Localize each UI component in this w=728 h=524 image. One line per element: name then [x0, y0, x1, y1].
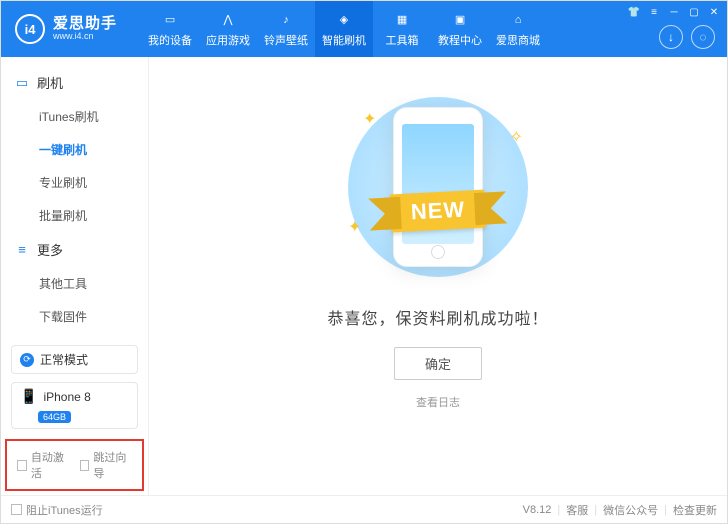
- phone-illustration: [393, 107, 483, 267]
- maximize-icon[interactable]: ▢: [687, 5, 701, 19]
- sidebar-item[interactable]: 高级功能: [39, 333, 148, 339]
- nav-item-5[interactable]: ▣教程中心: [431, 1, 489, 57]
- main-pane: NEW ✦ ✧ ✦ 恭喜您，保资料刷机成功啦！ 确定 查看日志: [149, 57, 727, 495]
- storage-badge: 64GB: [38, 411, 71, 423]
- sparkle-icon: ✧: [510, 127, 523, 147]
- nav-item-4[interactable]: ▦工具箱: [373, 1, 431, 57]
- ok-button[interactable]: 确定: [394, 347, 482, 380]
- shirt-icon[interactable]: 👕: [627, 5, 641, 19]
- nav-item-1[interactable]: ⋀应用游戏: [199, 1, 257, 57]
- mode-box[interactable]: ⟳ 正常模式: [11, 345, 138, 374]
- brand-logo: i4 爱思助手 www.i4.cn: [1, 14, 117, 44]
- menu-icon[interactable]: ≡: [647, 5, 661, 19]
- nav-icon: ◈: [335, 11, 353, 29]
- auto-activate-checkbox[interactable]: 自动激活: [17, 449, 70, 481]
- sidebar-item[interactable]: 批量刷机: [39, 199, 148, 232]
- sidebar-group-header[interactable]: ▭刷机: [1, 65, 148, 100]
- logo-badge: i4: [15, 14, 45, 44]
- nav-item-6[interactable]: ⌂爱思商城: [489, 1, 547, 57]
- sparkle-icon: ✦: [363, 109, 376, 129]
- wechat-link[interactable]: 微信公众号: [603, 502, 658, 518]
- mode-label: 正常模式: [40, 351, 88, 368]
- account-icon[interactable]: ◌: [691, 25, 715, 49]
- nav-icon: ♪: [277, 11, 295, 29]
- nav-icon: ▭: [161, 11, 179, 29]
- nav-item-3[interactable]: ◈智能刷机: [315, 1, 373, 57]
- success-illustration: NEW ✦ ✧ ✦: [323, 97, 553, 277]
- block-itunes-checkbox[interactable]: 阻止iTunes运行: [11, 502, 103, 518]
- checkbox-icon: [80, 460, 90, 471]
- device-name: iPhone 8: [43, 390, 90, 404]
- new-ribbon: NEW: [390, 190, 486, 233]
- view-log-link[interactable]: 查看日志: [416, 394, 460, 410]
- device-box[interactable]: 📱 iPhone 8 64GB: [11, 382, 138, 429]
- statusbar: 阻止iTunes运行 V8.12 | 客服 | 微信公众号 | 检查更新: [1, 495, 727, 523]
- support-link[interactable]: 客服: [566, 502, 588, 518]
- refresh-icon: ⟳: [20, 353, 34, 367]
- top-nav: ▭我的设备⋀应用游戏♪铃声壁纸◈智能刷机▦工具箱▣教程中心⌂爱思商城: [141, 1, 547, 57]
- sidebar-item[interactable]: 一键刷机: [39, 133, 148, 166]
- window-controls: 👕 ≡ ─ ▢ ✕: [627, 5, 721, 19]
- sidebar-item[interactable]: 下载固件: [39, 300, 148, 333]
- phone-icon: 📱: [20, 388, 37, 405]
- bottom-checks-highlight: 自动激活 跳过向导: [5, 439, 144, 491]
- app-window: i4 爱思助手 www.i4.cn ▭我的设备⋀应用游戏♪铃声壁纸◈智能刷机▦工…: [0, 0, 728, 524]
- sidebar-item[interactable]: 专业刷机: [39, 166, 148, 199]
- menu-icon: ≡: [15, 243, 29, 257]
- sidebar-group-header[interactable]: ≡更多: [1, 232, 148, 267]
- close-icon[interactable]: ✕: [707, 5, 721, 19]
- nav-icon: ⌂: [509, 11, 527, 29]
- download-icon[interactable]: ↓: [659, 25, 683, 49]
- brand-url: www.i4.cn: [53, 32, 117, 42]
- sparkle-icon: ✦: [348, 217, 361, 237]
- sidebar: ▭刷机iTunes刷机一键刷机专业刷机批量刷机≡更多其他工具下载固件高级功能 ⟳…: [1, 57, 149, 495]
- nav-icon: ▣: [451, 11, 469, 29]
- nav-icon: ⋀: [219, 11, 237, 29]
- phone-icon: ▭: [15, 76, 29, 90]
- version-label: V8.12: [523, 504, 552, 516]
- update-link[interactable]: 检查更新: [673, 502, 717, 518]
- titlebar: i4 爱思助手 www.i4.cn ▭我的设备⋀应用游戏♪铃声壁纸◈智能刷机▦工…: [1, 1, 727, 57]
- nav-item-0[interactable]: ▭我的设备: [141, 1, 199, 57]
- nav-item-2[interactable]: ♪铃声壁纸: [257, 1, 315, 57]
- sidebar-item[interactable]: 其他工具: [39, 267, 148, 300]
- success-message: 恭喜您，保资料刷机成功啦！: [327, 305, 548, 329]
- body: ▭刷机iTunes刷机一键刷机专业刷机批量刷机≡更多其他工具下载固件高级功能 ⟳…: [1, 57, 727, 495]
- checkbox-icon: [17, 460, 27, 471]
- minimize-icon[interactable]: ─: [667, 5, 681, 19]
- checkbox-icon: [11, 504, 22, 515]
- skip-wizard-checkbox[interactable]: 跳过向导: [80, 449, 133, 481]
- brand-name: 爱思助手: [53, 16, 117, 33]
- sidebar-item[interactable]: iTunes刷机: [39, 100, 148, 133]
- nav-icon: ▦: [393, 11, 411, 29]
